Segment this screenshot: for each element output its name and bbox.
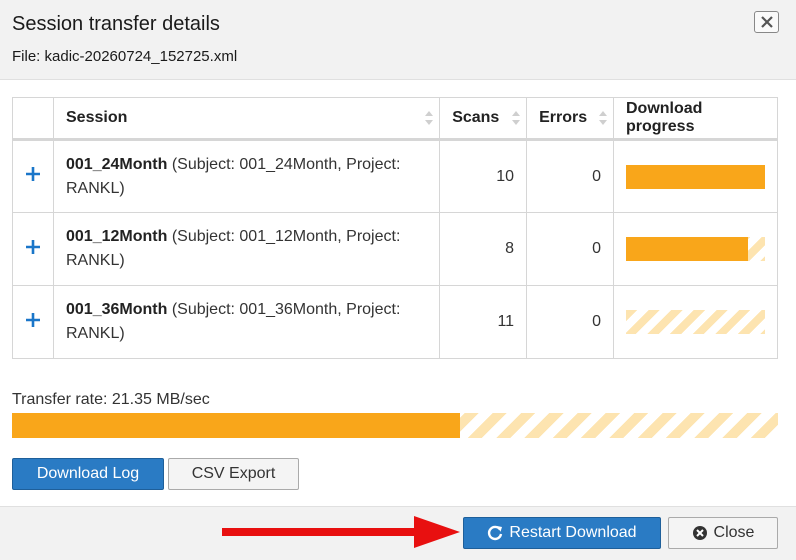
session-transfer-dialog: Session transfer details File: kadic-202…: [0, 0, 796, 560]
overall-progress-bar: [12, 413, 778, 438]
plus-icon[interactable]: [25, 166, 41, 182]
progress-cell: [613, 285, 778, 359]
session-name: 001_36Month: [66, 301, 168, 318]
session-name: 001_24Month: [66, 155, 168, 173]
progress-column-header: Download progress: [613, 97, 778, 141]
dialog-close-button[interactable]: [754, 11, 779, 33]
session-progress-fill: [626, 164, 765, 189]
dialog-title: Session transfer details: [12, 13, 220, 35]
sort-icon: [599, 111, 607, 125]
errors-header-label: Errors: [539, 109, 588, 126]
restart-download-button[interactable]: Restart Download: [463, 517, 661, 549]
expand-cell[interactable]: [12, 212, 54, 286]
expand-column-header: [12, 97, 54, 141]
session-progress-fill: [626, 237, 749, 261]
session-progress-bar: [626, 237, 765, 261]
scans-cell: 11: [439, 285, 528, 359]
close-button[interactable]: Close: [668, 517, 778, 549]
session-column-header[interactable]: Session: [52, 97, 441, 141]
sort-icon: [512, 111, 521, 125]
session-cell: 001_36Month (Subject: 001_36Month, Proje…: [52, 285, 441, 359]
transfer-rate: Transfer rate: 21.35 MB/sec: [12, 391, 210, 408]
scans-cell: 10: [439, 139, 528, 213]
overall-progress-fill: [12, 413, 461, 438]
red-arrow-annotation: [222, 516, 460, 548]
session-progress-bar: [626, 164, 765, 189]
scans-header-label: Scans: [452, 109, 500, 126]
csv-export-button[interactable]: CSV Export: [168, 458, 299, 490]
table-header-row: Session Scans Errors Download progress: [12, 97, 778, 141]
scans-cell: 8: [439, 212, 528, 286]
errors-cell: 0: [526, 285, 614, 359]
session-progress-bar: [626, 310, 765, 334]
table-row: 001_36Month (Subject: 001_36Month, Proje…: [12, 285, 778, 359]
errors-cell: 0: [526, 212, 614, 286]
table-row: 001_12Month (Subject: 001_12Month, Proje…: [12, 212, 778, 286]
plus-icon[interactable]: [25, 239, 41, 255]
close-icon: [760, 16, 773, 28]
errors-column-header[interactable]: Errors: [526, 97, 614, 141]
progress-cell: [613, 139, 778, 213]
sort-icon: [425, 111, 434, 125]
download-log-button[interactable]: Download Log: [12, 458, 164, 490]
expand-cell[interactable]: [12, 285, 54, 359]
session-name: 001_12Month: [66, 228, 168, 245]
dialog-header: Session transfer details File: kadic-202…: [0, 0, 796, 80]
table-row: 001_24Month (Subject: 001_24Month, Proje…: [12, 139, 778, 213]
sessions-table: Session Scans Errors Download progress 0…: [12, 97, 778, 359]
session-cell: 001_24Month (Subject: 001_24Month, Proje…: [52, 139, 441, 213]
scans-column-header[interactable]: Scans: [439, 97, 528, 141]
refresh-icon: [487, 525, 503, 541]
errors-cell: 0: [526, 139, 614, 213]
session-header-label: Session: [66, 109, 128, 126]
restart-download-label: Restart Download: [509, 524, 637, 541]
close-label: Close: [713, 524, 755, 541]
session-cell: 001_12Month (Subject: 001_12Month, Proje…: [52, 212, 441, 286]
close-circle-icon: [692, 525, 708, 541]
file-label: File: kadic-20260724_152725.xml: [12, 48, 238, 65]
plus-icon[interactable]: [25, 312, 41, 328]
expand-cell[interactable]: [12, 139, 54, 213]
progress-cell: [613, 212, 778, 286]
